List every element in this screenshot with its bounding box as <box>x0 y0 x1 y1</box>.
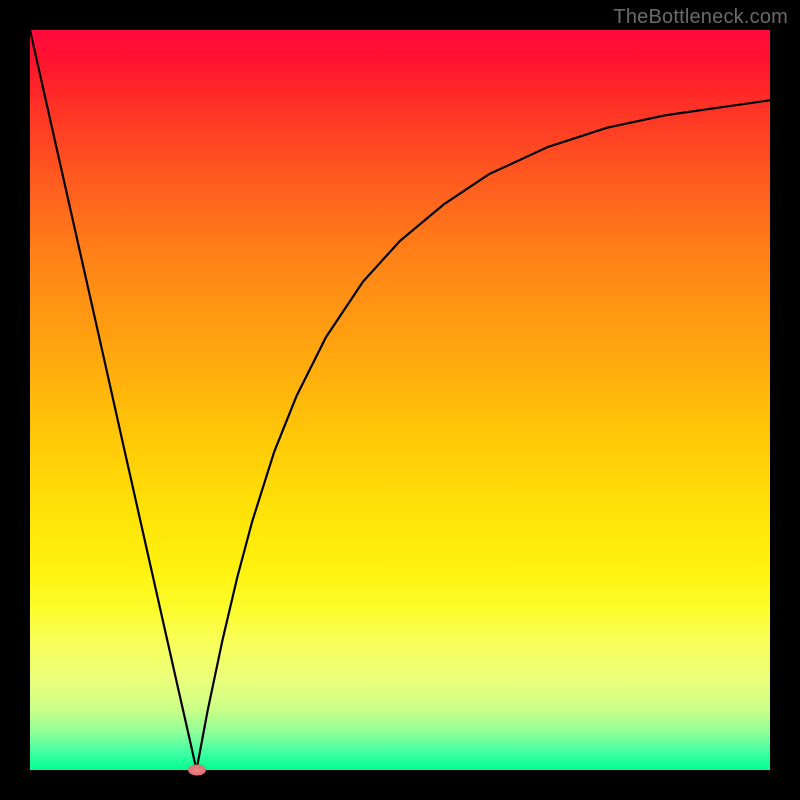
attribution-label: TheBottleneck.com <box>613 6 788 29</box>
bottleneck-curve <box>30 30 770 770</box>
plot-area <box>30 30 770 770</box>
minimum-marker <box>188 765 206 776</box>
chart-frame: TheBottleneck.com <box>0 0 800 800</box>
